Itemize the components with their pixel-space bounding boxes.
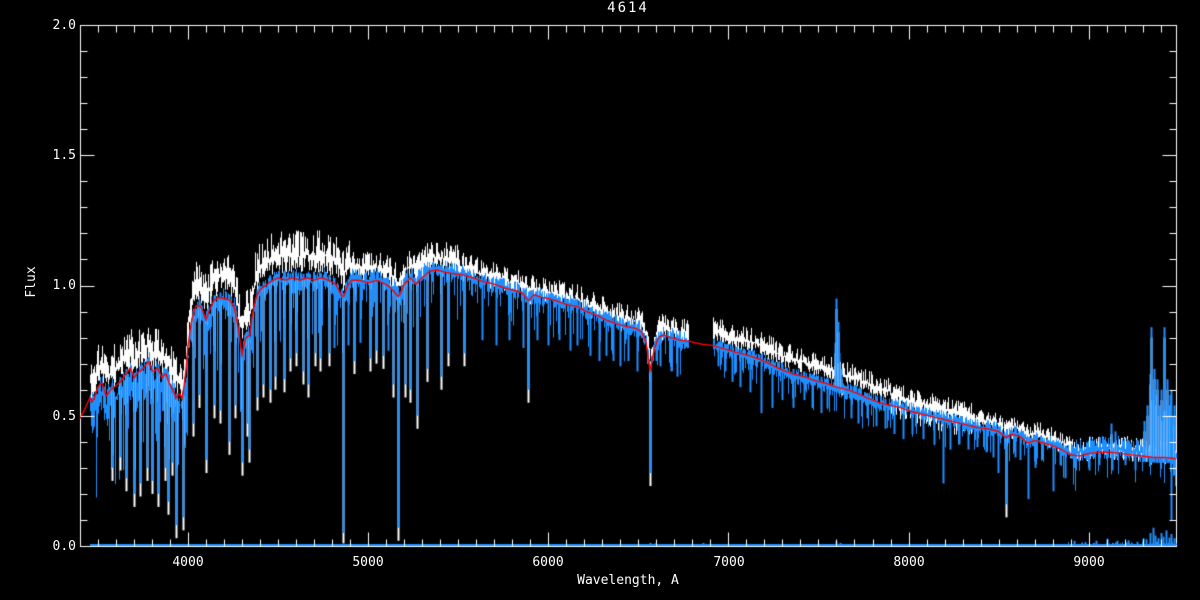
y-tick-label: 2.0 (52, 18, 76, 33)
spectrum-plot-window: 4614 0.0 0.5 1.0 1.5 2.0 4000 5000 6000 … (0, 0, 1200, 600)
x-tick-label: 5000 (352, 555, 384, 570)
y-axis-label: Flux (24, 266, 39, 298)
x-axis-label: Wavelength, A (577, 573, 679, 588)
x-tick-label: 8000 (893, 555, 925, 570)
y-tick-label: 0.5 (52, 409, 76, 424)
y-tick-label: 1.5 (52, 148, 76, 163)
x-tick-label: 7000 (713, 555, 745, 570)
x-tick-label: 6000 (532, 555, 564, 570)
x-tick-label: 9000 (1073, 555, 1105, 570)
spectrum-canvas (0, 0, 1200, 600)
x-tick-label: 4000 (172, 555, 204, 570)
y-tick-label: 1.0 (52, 278, 76, 293)
y-tick-label: 0.0 (52, 539, 76, 554)
plot-title: 4614 (607, 0, 649, 16)
